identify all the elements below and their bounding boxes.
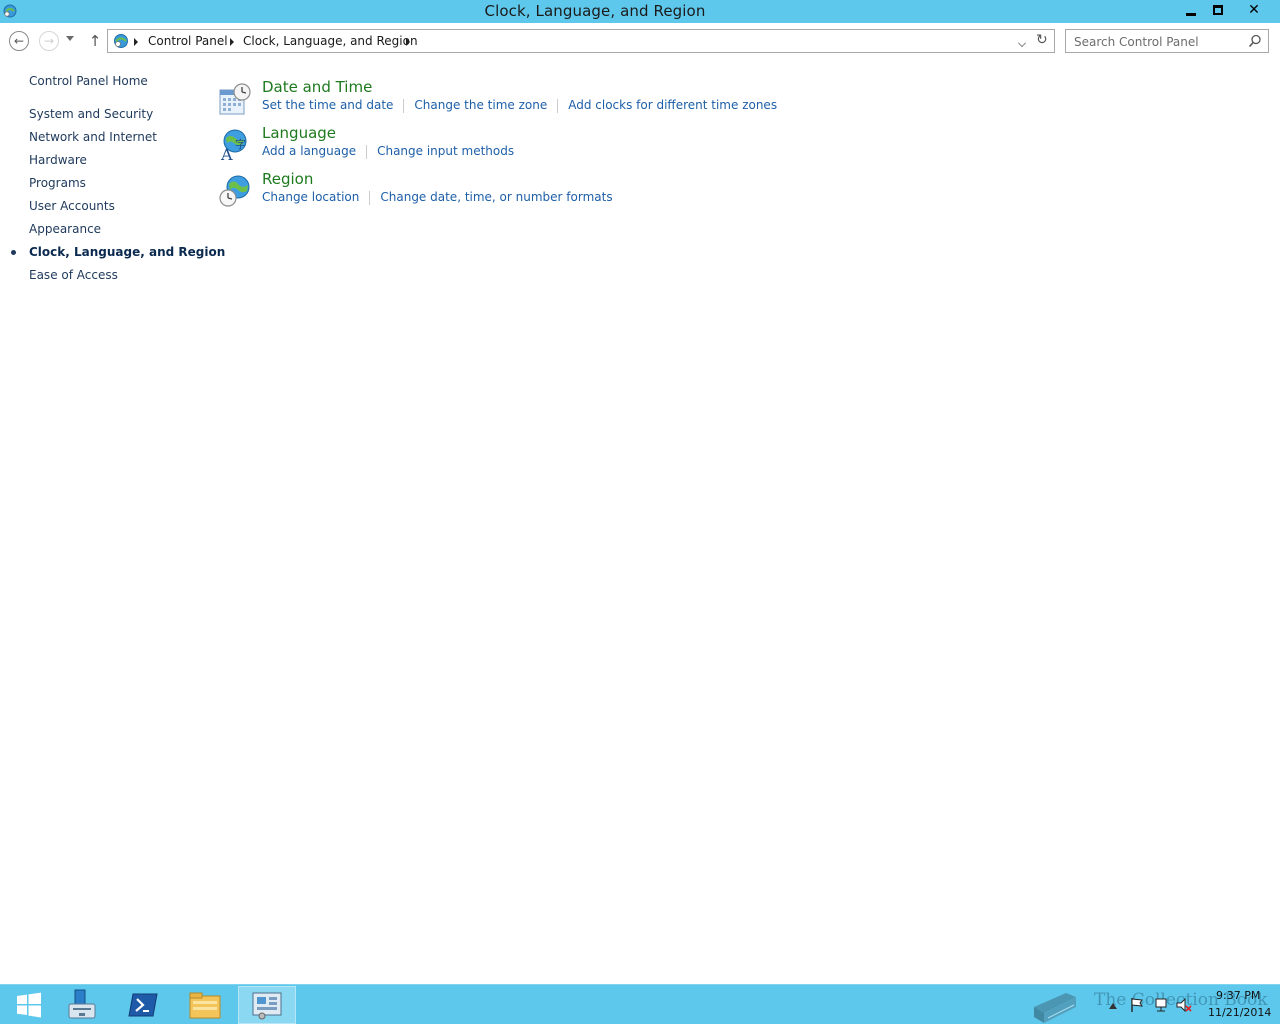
sidebar-item-user-accounts[interactable]: User Accounts (29, 199, 115, 213)
link-divider (403, 98, 405, 113)
title-bar[interactable]: Clock, Language, and Region ✕ (0, 0, 1280, 23)
calendar-clock-icon[interactable] (218, 82, 252, 116)
link-change-location[interactable]: Change location (262, 190, 359, 204)
breadcrumb-control-panel[interactable]: Control Panel (148, 34, 228, 48)
back-arrow-icon: ← (13, 34, 25, 48)
region-globe-clock-icon[interactable] (218, 174, 252, 208)
restore-icon (1212, 5, 1223, 15)
sidebar-item-ease-of-access[interactable]: Ease of Access (29, 268, 118, 282)
close-icon: ✕ (1248, 2, 1260, 18)
date-time-links: Set the time and date Change the time zon… (262, 98, 777, 113)
sidebar-item-hardware[interactable]: Hardware (29, 153, 87, 167)
folder-icon (189, 992, 221, 1019)
server-manager-icon (68, 989, 96, 1019)
sidebar-item-network-internet[interactable]: Network and Internet (29, 130, 157, 144)
start-button[interactable] (0, 986, 58, 1024)
sidebar-item-programs[interactable]: Programs (29, 176, 86, 190)
breadcrumb-chevron-icon[interactable] (134, 38, 138, 46)
search-placeholder: Search Control Panel (1074, 35, 1199, 49)
svg-text:A: A (220, 145, 233, 162)
search-input[interactable]: Search Control Panel (1065, 29, 1269, 53)
window-title: Clock, Language, and Region (484, 2, 706, 20)
windows-logo-icon (17, 992, 41, 1018)
language-globe-icon[interactable]: A 字 (218, 128, 252, 162)
link-divider (366, 144, 368, 159)
control-panel-location-icon (114, 34, 128, 48)
clock-date[interactable]: 11/21/2014 (1208, 1006, 1271, 1019)
network-icon[interactable] (1154, 997, 1170, 1013)
control-panel-icon (252, 992, 282, 1020)
notification-area (1106, 985, 1196, 1025)
up-arrow-icon: ↑ (88, 32, 102, 50)
minimize-button[interactable] (1177, 0, 1204, 20)
show-hidden-icons-icon[interactable] (1108, 1001, 1118, 1011)
breadcrumb-chevron-icon[interactable] (406, 38, 410, 46)
close-button[interactable]: ✕ (1231, 0, 1277, 20)
category-title-language[interactable]: Language (262, 124, 336, 142)
link-divider (557, 98, 559, 113)
link-change-input-methods[interactable]: Change input methods (377, 144, 514, 158)
category-title-region[interactable]: Region (262, 170, 313, 188)
search-icon[interactable] (1248, 34, 1262, 48)
link-set-time-and-date[interactable]: Set the time and date (262, 98, 393, 112)
address-bar[interactable]: Control Panel Clock, Language, and Regio… (107, 29, 1055, 53)
control-panel-home-link[interactable]: Control Panel Home (29, 74, 148, 88)
region-links: Change location Change date, time, or num… (262, 190, 613, 205)
sidebar-item-clock-language-region[interactable]: Clock, Language, and Region (29, 245, 225, 259)
control-panel-taskbar-button[interactable] (238, 986, 296, 1024)
forward-button[interactable]: → (39, 31, 59, 51)
book-logo-icon (1034, 993, 1076, 1023)
clock-time[interactable]: 9:37 PM (1216, 989, 1260, 1002)
link-divider (369, 190, 371, 205)
link-add-clocks[interactable]: Add clocks for different time zones (568, 98, 777, 112)
minimize-icon (1185, 12, 1196, 16)
forward-arrow-icon: → (43, 34, 55, 48)
action-center-flag-icon[interactable] (1130, 997, 1144, 1013)
language-links: Add a language Change input methods (262, 144, 514, 159)
breadcrumb-chevron-icon[interactable] (230, 38, 234, 46)
powershell-button[interactable] (114, 986, 172, 1024)
navigation-bar: ← → ↑ Control Panel Clock, Language, and… (0, 23, 1280, 59)
volume-muted-icon[interactable] (1176, 997, 1192, 1013)
link-change-formats[interactable]: Change date, time, or number formats (380, 190, 612, 204)
restore-button[interactable] (1204, 0, 1231, 20)
sidebar-item-system-security[interactable]: System and Security (29, 107, 153, 121)
file-explorer-button[interactable] (176, 986, 234, 1024)
up-button[interactable]: ↑ (87, 31, 103, 51)
powershell-icon (128, 993, 158, 1017)
server-manager-button[interactable] (52, 986, 110, 1024)
control-panel-window: Clock, Language, and Region ✕ ← → ↑ Cont… (0, 0, 1280, 984)
breadcrumb-clock-language-region[interactable]: Clock, Language, and Region (243, 34, 418, 48)
sidebar-item-appearance[interactable]: Appearance (29, 222, 101, 236)
back-button[interactable]: ← (9, 31, 29, 51)
address-history-dropdown-icon[interactable] (1018, 39, 1026, 47)
recent-locations-dropdown[interactable] (66, 36, 74, 41)
category-title-date-and-time[interactable]: Date and Time (262, 78, 372, 96)
svg-text:字: 字 (235, 137, 246, 151)
link-add-a-language[interactable]: Add a language (262, 144, 356, 158)
link-change-time-zone[interactable]: Change the time zone (414, 98, 547, 112)
taskbar: The Collection Book 9:37 PM 11/21/2014 (0, 984, 1280, 1024)
refresh-icon[interactable]: ↻ (1036, 32, 1048, 48)
active-item-bullet-icon (11, 250, 16, 255)
